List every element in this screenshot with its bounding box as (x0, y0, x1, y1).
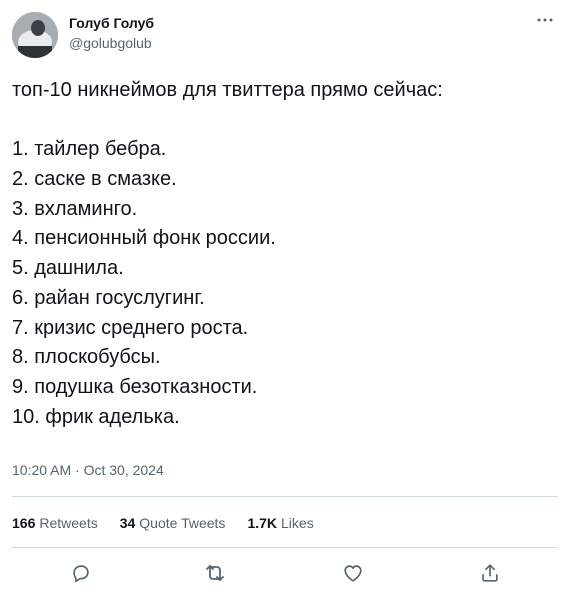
tweet-text-line: 6. райан госуслугинг. (12, 286, 205, 309)
tweet-text-line: топ-10 никнеймов для твиттера прямо сейч… (12, 79, 443, 101)
tweet-text: топ-10 никнеймов для твиттера прямо сейч… (12, 76, 552, 432)
retweets-stat[interactable]: 166 Retweets (12, 513, 98, 533)
tweet-card: Голуб Голуб @golubgolub топ-10 никнеймов… (0, 0, 570, 607)
author-handle[interactable]: @golubgolub (69, 34, 154, 52)
retweets-count: 166 (12, 515, 36, 531)
author-block: Голуб Голуб @golubgolub (69, 14, 154, 52)
avatar-photo (12, 12, 58, 58)
tweet-text-line: 10. фрик аделька. (12, 405, 180, 428)
reply-bubble-icon[interactable] (66, 558, 96, 588)
likes-label: Likes (281, 515, 314, 531)
divider (12, 547, 558, 548)
tweet-text-line: 4. пенсионный фонк россии. (12, 227, 276, 250)
heart-icon[interactable] (338, 558, 368, 588)
quote-tweets-label: Quote Tweets (139, 515, 226, 531)
likes-count: 1.7K (247, 515, 278, 531)
tweet-text-line (12, 106, 552, 136)
tweet-text-line: 7. кризис среднего роста. (12, 316, 249, 339)
likes-stat[interactable]: 1.7K Likes (247, 513, 313, 533)
retweet-icon[interactable] (200, 558, 230, 588)
tweet-text-line: 9. подушка безотказности. (12, 375, 258, 398)
more-dots-icon[interactable] (534, 9, 556, 31)
quote-tweets-count: 34 (119, 515, 136, 531)
tweet-actions-bar (12, 556, 558, 590)
tweet-stats: 166 Retweets 34 Quote Tweets 1.7K Likes (12, 513, 314, 533)
author-display-name[interactable]: Голуб Голуб (69, 14, 154, 32)
tweet-text-line: 5. дашнила. (12, 257, 124, 280)
tweet-text-line: 8. плоскобубсы. (12, 346, 161, 369)
avatar[interactable] (12, 12, 58, 58)
tweet-timestamp[interactable]: 10:20 AM · Oct 30, 2024 (12, 461, 164, 479)
tweet-text-line: 2. саске в смазке. (12, 168, 177, 191)
tweet-text-line: 3. вхламинго. (12, 197, 138, 220)
divider (12, 496, 558, 497)
share-upload-icon[interactable] (475, 558, 505, 588)
quote-tweets-stat[interactable]: 34 Quote Tweets (120, 513, 226, 533)
tweet-text-line: 1. тайлер бебра. (12, 138, 167, 161)
retweets-label: Retweets (39, 515, 98, 531)
